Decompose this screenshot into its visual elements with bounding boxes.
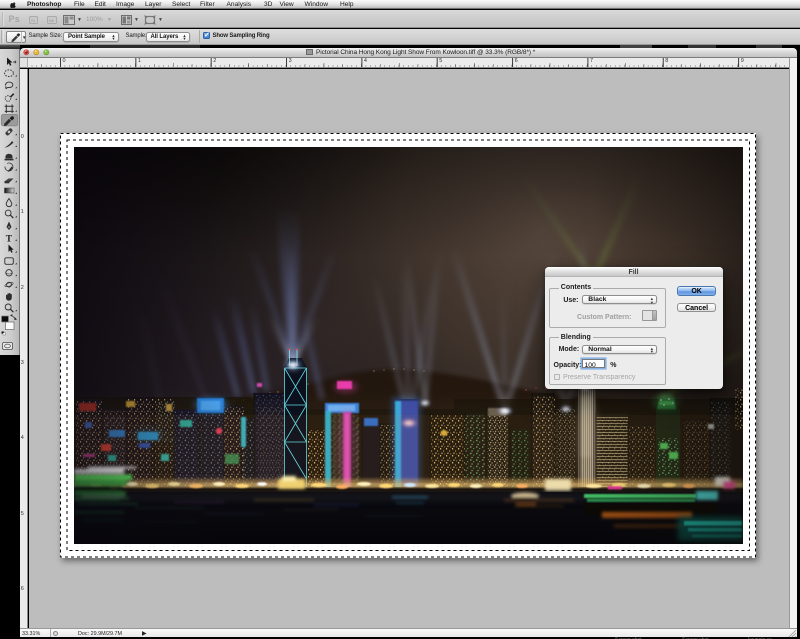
svg-text:T: T <box>6 234 13 244</box>
